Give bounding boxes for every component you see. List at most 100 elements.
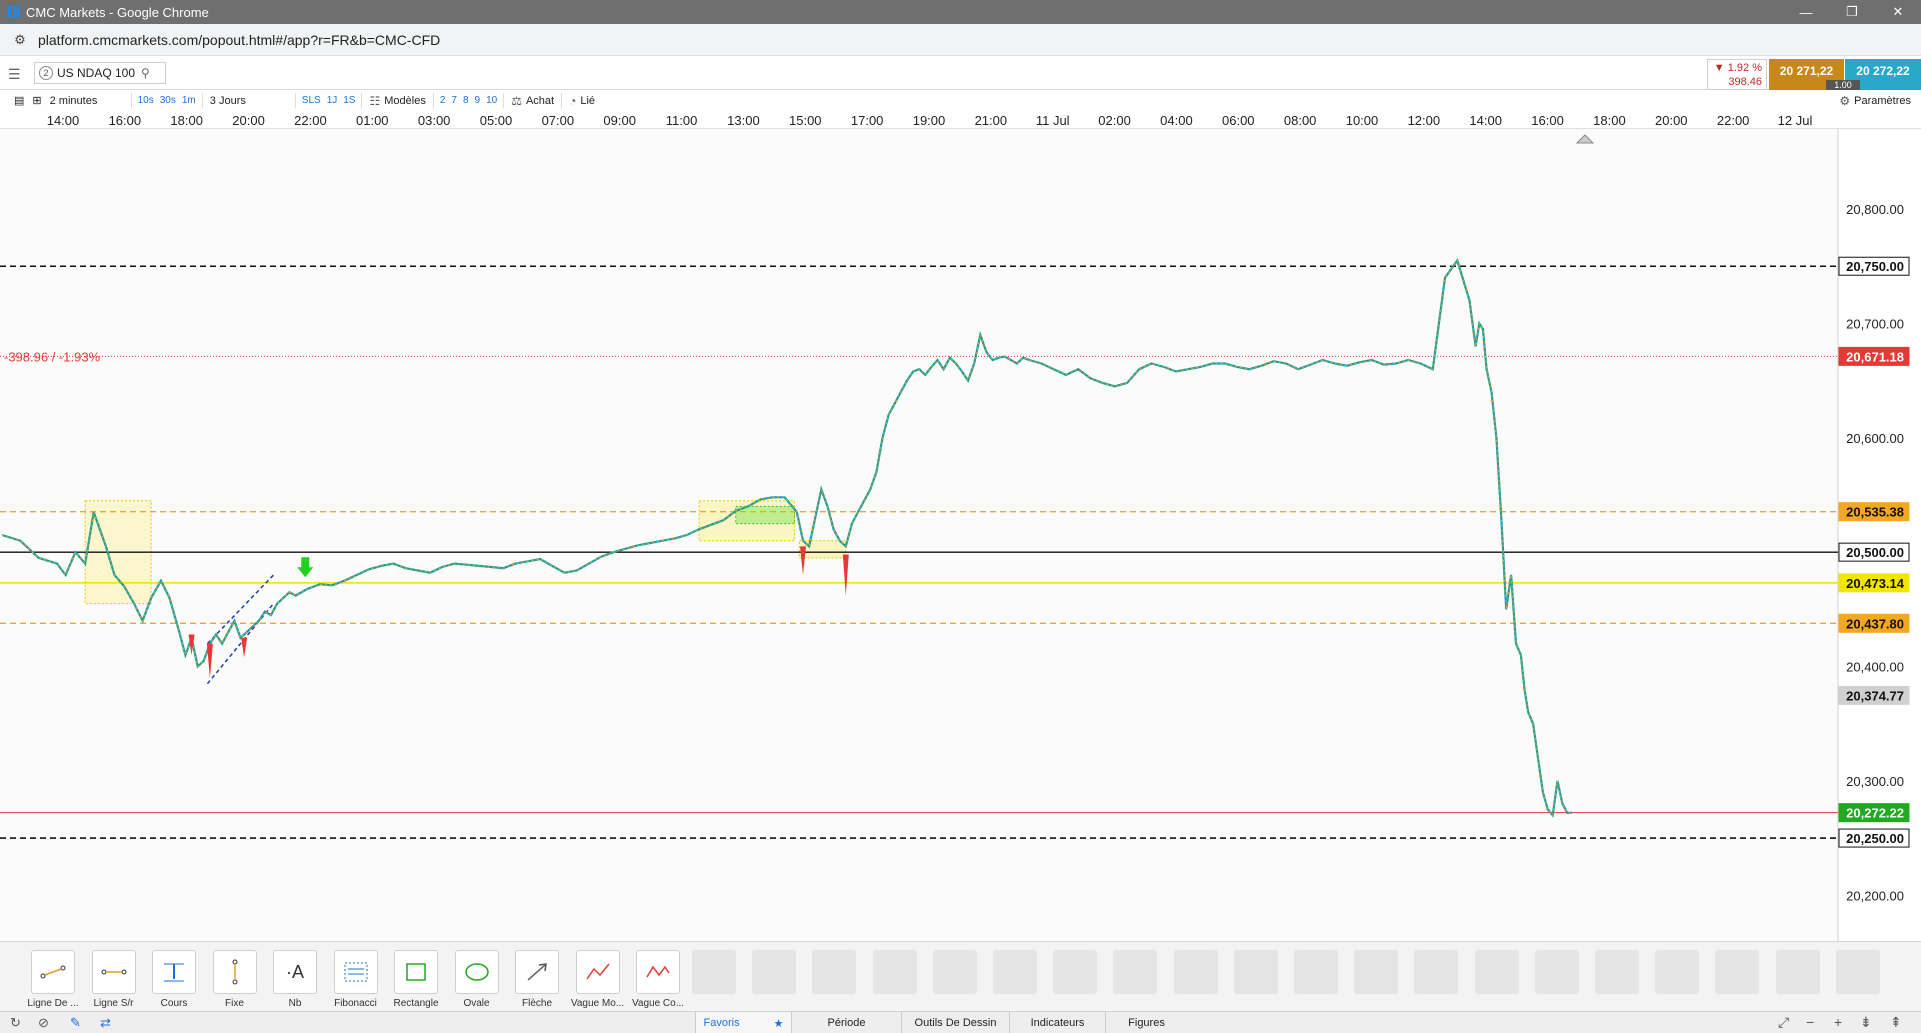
template-slot-2[interactable]: 2 [437, 90, 449, 111]
refresh-icon[interactable]: ↻ [10, 1015, 21, 1031]
interval-1m[interactable]: 1m [179, 90, 199, 111]
plot-area[interactable] [0, 129, 1838, 941]
interval-30s[interactable]: 30s [157, 90, 179, 111]
instrument-search[interactable]: 2 US NDAQ 100 ⚲ [34, 62, 166, 84]
url-text[interactable]: platform.cmcmarkets.com/popout.html#/app… [38, 32, 440, 48]
drawing-tool-7[interactable]: Rectangle [386, 950, 446, 1009]
empty-tool-slot[interactable] [1053, 950, 1098, 994]
bottom-tab-5[interactable]: Figures [1105, 1012, 1187, 1033]
template-slot-7[interactable]: 7 [448, 90, 460, 111]
drawing-tool-2[interactable]: Ligne S/r [84, 950, 144, 1009]
empty-tool-slot[interactable] [1173, 950, 1218, 994]
range-1s[interactable]: 1S [340, 90, 358, 111]
motive-wave-icon[interactable] [575, 950, 620, 994]
change-percent: ▼ 1.92 % [1713, 62, 1762, 74]
empty-tool-slot[interactable] [1595, 950, 1639, 994]
bottom-tab-1[interactable]: Favoris ★ [695, 1012, 791, 1033]
grid-layout-icon[interactable]: ⊞ [28, 90, 45, 111]
empty-tool-slot[interactable] [1474, 950, 1519, 994]
empty-tool-slot[interactable] [1775, 950, 1820, 994]
fit-icon[interactable]: ⤢ [1778, 1014, 1789, 1031]
bottom-tab-4[interactable]: Indicateurs [1009, 1012, 1105, 1033]
maximize-button[interactable]: ❐ [1829, 0, 1875, 24]
empty-tool-slot[interactable] [872, 950, 917, 994]
close-button[interactable]: ✕ [1875, 0, 1921, 24]
fibonacci-icon[interactable] [333, 950, 378, 994]
drawing-tool-8[interactable]: Ovale [447, 950, 507, 1009]
empty-tool-slot[interactable] [1354, 950, 1399, 994]
interval-10s[interactable]: 10s [135, 90, 157, 111]
corrective-wave-icon[interactable] [636, 950, 680, 994]
empty-tool-slot[interactable] [1835, 950, 1880, 994]
arrow-icon[interactable] [515, 950, 559, 994]
drawing-tool-4[interactable]: Fixe [205, 950, 265, 1009]
drawing-tool-9[interactable]: Flèche [507, 950, 567, 1009]
bottom-tab-label: Favoris [703, 1017, 740, 1029]
separator [361, 93, 363, 108]
empty-tool-slot[interactable] [932, 950, 977, 994]
empty-tool-slot[interactable] [993, 950, 1037, 994]
trend-line-icon[interactable] [31, 950, 75, 994]
time-tick-label: 11:00 [665, 113, 698, 128]
search-icon[interactable]: ⚲ [141, 66, 150, 80]
empty-tool-slot[interactable] [1113, 950, 1158, 994]
price-line-icon[interactable] [152, 950, 196, 994]
pencil-icon[interactable]: ✎ [70, 1015, 81, 1031]
menu-icon[interactable]: ☰ [8, 66, 21, 83]
site-settings-icon[interactable]: ⚙ [6, 32, 34, 48]
settings-button[interactable]: ⚙ Paramètres [1839, 90, 1911, 111]
empty-tool-slot[interactable] [1534, 950, 1579, 994]
separator [294, 93, 296, 108]
empty-tool-slot[interactable] [1414, 950, 1459, 994]
drawing-tool-10[interactable]: Vague Mo... [568, 950, 628, 1009]
bottom-tab-2[interactable]: Période [791, 1012, 901, 1033]
time-tick-label: 12 Jul [1777, 113, 1813, 128]
zone-rectangle[interactable] [735, 505, 795, 525]
layout-icon[interactable]: ▤ [10, 90, 28, 111]
drawing-tool-1[interactable]: Ligne De ... [23, 950, 83, 1009]
empty-tool-slot[interactable] [1715, 950, 1760, 994]
empty-tool-slot[interactable] [752, 950, 797, 994]
template-slot-9[interactable]: 9 [472, 90, 484, 111]
sr-line-icon[interactable] [91, 950, 136, 994]
drawing-tool-11[interactable]: Vague Co... [628, 950, 688, 1009]
bottom-tab-3[interactable]: Outils De Dessin [901, 1012, 1009, 1033]
interval-select[interactable]: 2 minutes [46, 90, 128, 111]
instrument-header: ☰ 2 US NDAQ 100 ⚲ [0, 56, 1921, 90]
drawing-tool-label: Fixe [225, 998, 244, 1009]
buy-price-type-button[interactable]: ⚖ Achat [507, 90, 558, 111]
empty-tool-slot[interactable] [1294, 950, 1338, 994]
template-slot-8[interactable]: 8 [460, 90, 472, 111]
separator [130, 93, 132, 108]
empty-tool-slot[interactable] [1233, 950, 1278, 994]
clear-drawings-icon[interactable]: ⊘ [38, 1015, 49, 1031]
price-chart[interactable]: 20,800.00 20,700.00 20,600.00 20,400.00 20,3… [0, 129, 1921, 941]
price-level-label: 20,437.80 [1846, 616, 1904, 631]
cursor-icon[interactable]: ⇄ [100, 1015, 111, 1031]
link-button[interactable]: ◔ Lié [565, 90, 599, 111]
time-tick-label: 22:00 [294, 113, 327, 128]
time-tick-label: 12:00 [1407, 113, 1441, 128]
drawing-tool-6[interactable]: Fibonacci [326, 950, 386, 1009]
fixed-line-icon[interactable] [212, 950, 257, 994]
minimize-button[interactable]: — [1783, 0, 1829, 24]
template-slot-10[interactable]: 10 [483, 90, 500, 111]
range-1j[interactable]: 1J [324, 90, 341, 111]
range-select[interactable]: 3 Jours [206, 90, 292, 111]
drawing-tool-3[interactable]: Cours [144, 950, 204, 1009]
range-sls[interactable]: SLS [299, 90, 324, 111]
empty-tool-slot[interactable] [692, 950, 736, 994]
zoom-out-button[interactable]: − [1806, 1014, 1814, 1030]
drawing-tool-5[interactable]: ·A Nb [265, 950, 325, 1009]
empty-tool-slot[interactable] [812, 950, 857, 994]
rectangle-icon[interactable] [394, 950, 438, 994]
time-tick-label: 15:00 [789, 113, 822, 128]
templates-button[interactable]: ☷ Modèles [365, 90, 429, 111]
collapse-icon[interactable]: ⇟ [1860, 1014, 1872, 1031]
text-icon[interactable]: ·A [273, 950, 317, 994]
link-group-badge[interactable]: 2 [39, 66, 53, 80]
empty-tool-slot[interactable] [1655, 950, 1700, 994]
zoom-in-button[interactable]: + [1834, 1014, 1842, 1030]
ellipse-icon[interactable] [454, 950, 499, 994]
expand-icon[interactable]: ⇞ [1890, 1014, 1902, 1031]
